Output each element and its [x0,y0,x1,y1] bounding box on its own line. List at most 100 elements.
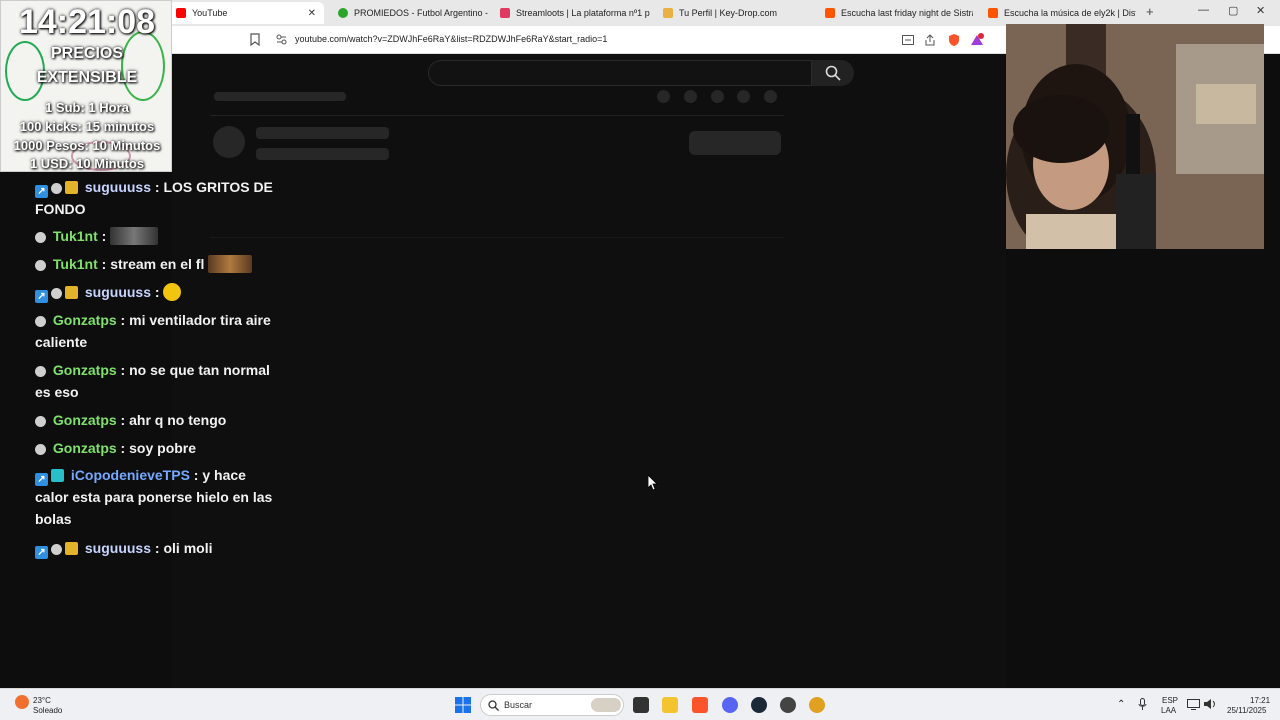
chat-message: Gonzatps : soy pobre [35,437,280,459]
prices-title: PRECIOS [50,45,123,62]
new-tab-button[interactable]: + [1146,4,1154,19]
close-window-button[interactable]: ✕ [1256,4,1265,17]
chevron-up-icon[interactable]: ⌃ [1117,699,1125,710]
divider [210,237,784,238]
tab-promiedos[interactable]: PROMIEDOS - Futbol Argentino - Fi [330,2,488,24]
tab-keydrop[interactable]: Tu Perfil | Key-Drop.com [655,2,815,24]
keydrop-favicon-icon [663,8,673,18]
prices-subtitle: EXTENSIBLE [36,69,138,86]
discord-icon[interactable] [722,697,738,713]
chat-username: iCopodenieveTPS [70,467,190,483]
minimize-button[interactable]: — [1198,4,1209,16]
chat-message: ↗ iCopodenieveTPS : y hace calor esta pa… [35,464,280,530]
arrow-badge-icon: ↗ [35,185,48,198]
maximize-button[interactable]: ▢ [1228,4,1238,17]
chat-separator: : [151,540,164,556]
price-line: 1000 Pesos: 10 Minutos [13,138,161,153]
skeleton-title [214,92,346,101]
chat-separator: : [116,312,130,328]
emote-image-icon [208,255,253,273]
chat-username: Gonzatps [52,440,117,456]
task-view-icon[interactable] [633,697,649,713]
tab-youtube[interactable]: YouTube ✕ [168,2,324,24]
search-icon [488,700,499,711]
skull-badge-icon [35,366,46,377]
price-line: 100 kicks: 15 minutos [19,119,155,134]
crown-badge-icon [65,542,78,555]
skeleton-action [764,90,777,103]
search-highlight-icon [591,698,621,712]
chat-username: Gonzatps [52,412,117,428]
chat-separator: : [151,284,164,300]
arrow-badge-icon: ↗ [35,546,48,559]
file-explorer-icon[interactable] [662,697,678,713]
keyboard-layout[interactable]: LAA [1161,706,1176,715]
clock-date[interactable]: 25/11/2025 [1227,706,1266,715]
network-icon[interactable] [1187,699,1200,710]
chat-text: stream en el fl [110,256,205,272]
browser-tab-bar: YouTube ✕ PROMIEDOS - Futbol Argentino -… [0,0,1280,26]
weather-icon[interactable] [15,695,29,709]
chat-message: Tuk1nt : stream en el fl [35,253,280,275]
chat-message: ↗ suguuuss : [35,281,280,303]
tab-label: Escucha last friday night de Sistrack [841,8,973,18]
windows-taskbar: 23°C Soleado Buscar ⌃ ESP LAA 17:21 25/1… [0,688,1280,720]
webcam-feed [1006,24,1264,249]
bookmark-icon[interactable] [250,33,260,46]
subathon-timer: 14:21:08 [18,3,156,41]
tab-label: Streamloots | La plataforma nº1 para [516,8,650,18]
chat-username: Gonzatps [52,362,117,378]
steam-icon[interactable] [751,697,767,713]
chat-separator: : [97,228,111,244]
chat-username: Tuk1nt [52,228,98,244]
skeleton-action [684,90,697,103]
weather-desc: Soleado [33,706,63,715]
chat-username: suguuuss [84,179,152,195]
subathon-overlay: 14:21:08 PRECIOS EXTENSIBLE 1 Sub: 1 Hor… [0,0,172,172]
chat-separator: : [116,362,130,378]
chat-username: Gonzatps [52,312,117,328]
brave-shields-icon[interactable] [947,33,961,47]
clock-time[interactable]: 17:21 [1250,696,1270,705]
share-icon[interactable] [924,34,936,46]
brave-rewards-icon[interactable] [970,33,984,47]
taskbar-search-placeholder: Buscar [504,700,533,710]
tv-badge-icon [51,469,64,482]
skeleton-subs [256,148,389,160]
skull-badge-icon [51,288,62,299]
price-line: 1 Sub: 1 Hora [45,100,129,115]
tab-label: Tu Perfil | Key-Drop.com [679,8,778,18]
chat-username: suguuuss [84,540,152,556]
chat-username: suguuuss [84,284,152,300]
reader-mode-icon[interactable] [902,35,914,45]
volume-icon[interactable] [1203,698,1216,710]
brave-browser-icon[interactable] [692,697,708,713]
chat-text: oli moli [163,540,213,556]
microphone-icon[interactable] [1138,698,1147,711]
tab-label: YouTube [192,8,228,18]
promiedos-favicon-icon [338,8,348,18]
skeleton-avatar [213,126,245,158]
tab-soundcloud-2[interactable]: Escucha la música de ely2k | Disfruta [980,2,1136,24]
chat-separator: : [97,256,111,272]
soundcloud-favicon-icon [988,8,998,18]
tab-close-icon[interactable]: ✕ [308,8,316,19]
search-button[interactable] [812,60,854,86]
skeleton-action [657,90,670,103]
site-settings-icon[interactable] [276,34,287,45]
search-input[interactable] [428,60,812,86]
url-field[interactable]: youtube.com/watch?v=ZDWJhFe6RaY&list=RDZ… [295,34,607,44]
tab-soundcloud-1[interactable]: Escucha last friday night de Sistrack [817,2,973,24]
youtube-page [172,54,1006,688]
app-icon[interactable] [809,697,825,713]
chat-message: ↗ suguuuss : oli moli [35,537,280,559]
chat-separator: : [116,412,130,428]
skull-badge-icon [35,232,46,243]
arrow-badge-icon: ↗ [35,290,48,303]
taskbar-search-input[interactable]: Buscar [480,694,624,716]
chat-message: Gonzatps : mi ventilador tira aire calie… [35,309,280,353]
language-code[interactable]: ESP [1162,696,1178,705]
obs-icon[interactable] [780,697,796,713]
windows-start-icon[interactable] [455,697,471,713]
tab-streamloots[interactable]: Streamloots | La plataforma nº1 para [492,2,650,24]
